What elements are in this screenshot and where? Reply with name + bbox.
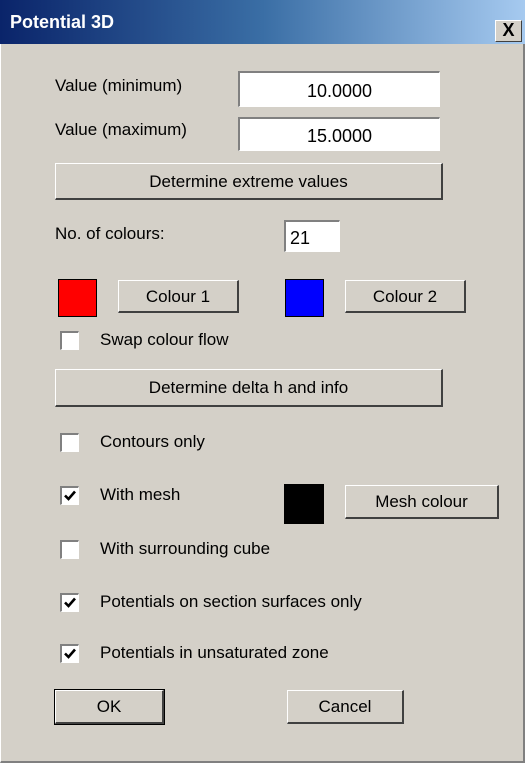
checkmark-icon — [64, 597, 76, 608]
determine-extreme-values-button[interactable]: Determine extreme values — [55, 163, 443, 200]
surrounding-cube-label: With surrounding cube — [100, 539, 271, 558]
colour-count-label: No. of colours: — [55, 224, 165, 243]
close-button[interactable]: X — [495, 20, 522, 42]
min-value-label: Value (minimum) — [55, 76, 183, 95]
mesh-colour-swatch — [284, 484, 324, 524]
colour2-swatch — [285, 279, 324, 317]
colour2-button[interactable]: Colour 2 — [345, 280, 466, 313]
section-surfaces-label: Potentials on section surfaces only — [100, 592, 362, 611]
checkmark-icon — [64, 648, 76, 659]
max-value-label: Value (maximum) — [55, 120, 187, 139]
unsaturated-zone-label: Potentials in unsaturated zone — [100, 643, 329, 662]
swap-colour-flow-checkbox[interactable] — [60, 331, 79, 350]
mesh-colour-button[interactable]: Mesh colour — [345, 485, 499, 519]
swap-colour-flow-label: Swap colour flow — [100, 330, 229, 349]
with-mesh-checkbox[interactable] — [60, 486, 79, 505]
max-value-field[interactable]: 15.0000 — [238, 117, 440, 151]
colour1-button[interactable]: Colour 1 — [118, 280, 239, 313]
unsaturated-zone-checkbox[interactable] — [60, 644, 79, 663]
colour1-swatch — [58, 279, 97, 317]
checkmark-icon — [64, 490, 76, 501]
cancel-button[interactable]: Cancel — [287, 690, 404, 724]
min-value-field[interactable]: 10.0000 — [238, 71, 440, 107]
contours-only-label: Contours only — [100, 432, 205, 451]
section-surfaces-checkbox[interactable] — [60, 593, 79, 612]
ok-button[interactable]: OK — [54, 689, 165, 725]
surrounding-cube-checkbox[interactable] — [60, 540, 79, 559]
with-mesh-label: With mesh — [100, 485, 181, 504]
colour-count-field[interactable]: 21 — [284, 220, 340, 252]
contours-only-checkbox[interactable] — [60, 433, 79, 452]
title-bar: Potential 3D X — [0, 0, 525, 44]
determine-delta-button[interactable]: Determine delta h and info — [55, 369, 443, 407]
window-title: Potential 3D — [10, 12, 115, 32]
